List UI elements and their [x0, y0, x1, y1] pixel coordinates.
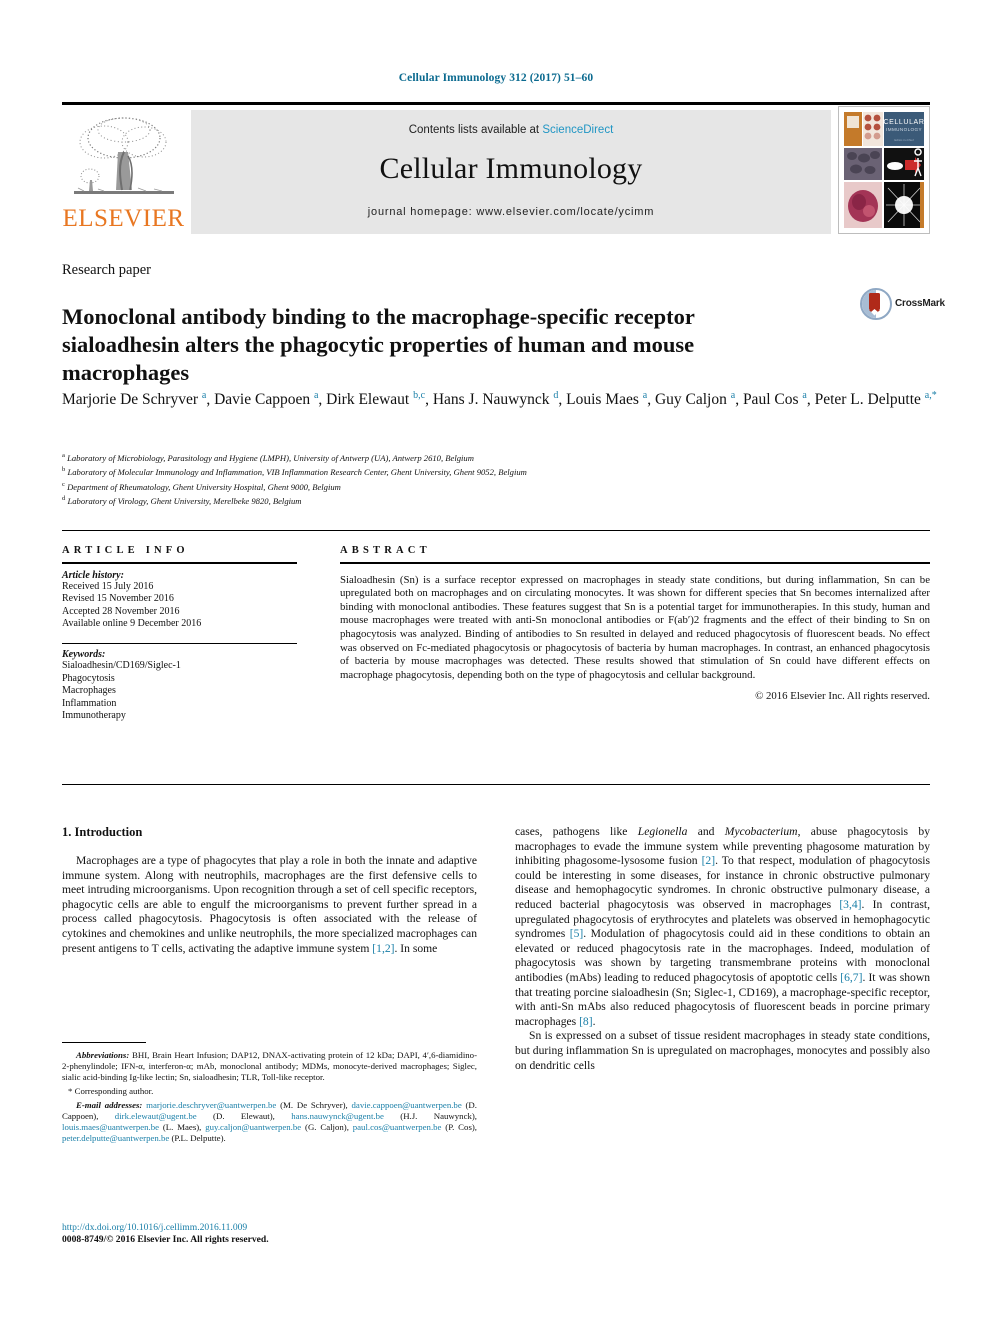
affiliation-item: c Department of Rheumatology, Ghent Univ…: [62, 479, 942, 493]
svg-text:IMMUNOLOGY: IMMUNOLOGY: [886, 127, 922, 132]
abstract-heading: ABSTRACT: [340, 545, 431, 556]
article-history-label: Article history:: [62, 569, 124, 581]
intro-paragraph-left: Macrophages are a type of phagocytes tha…: [62, 854, 477, 956]
abstract-copyright: © 2016 Elsevier Inc. All rights reserved…: [755, 690, 930, 703]
keyword-item: Immunotherapy: [62, 710, 126, 722]
affiliation-marker: a: [62, 452, 65, 459]
affiliation-item: a Laboratory of Microbiology, Parasitolo…: [62, 450, 942, 464]
intro-paragraph-right-2-text: Sn is expressed on a subset of tissue re…: [515, 1029, 930, 1072]
affiliation-list: a Laboratory of Microbiology, Parasitolo…: [62, 450, 942, 507]
article-history-item: Accepted 28 November 2016: [62, 605, 180, 617]
intro-paragraph-left-text: Macrophages are a type of phagocytes tha…: [62, 854, 477, 955]
intro-paragraph-right-2: Sn is expressed on a subset of tissue re…: [515, 1029, 930, 1073]
intro-paragraph-right-1: cases, pathogens like Legionella and Myc…: [515, 825, 930, 1029]
crossmark-badge[interactable]: CrossMark: [860, 288, 945, 322]
sciencedirect-link[interactable]: ScienceDirect: [542, 124, 613, 136]
affiliation-marker: b: [62, 466, 66, 474]
paper-page: Cellular Immunology 312 (2017) 51–60 ELS…: [0, 0, 992, 1323]
journal-homepage-link[interactable]: journal homepage: www.elsevier.com/locat…: [191, 206, 831, 218]
journal-header-band: Contents lists available at ScienceDirec…: [191, 110, 831, 234]
elsevier-wordmark: ELSEVIER: [62, 205, 185, 232]
abstract-rule: [340, 562, 930, 564]
elsevier-logo: ELSEVIER: [62, 110, 185, 234]
abbreviations-footnote: Abbreviations: BHI, Brain Heart Infusion…: [62, 1050, 477, 1083]
article-type-label: Research paper: [62, 262, 151, 278]
journal-cover-thumbnail: CELLULAR IMMUNOLOGY Editor-in-Chief: [838, 106, 930, 234]
doi-link[interactable]: http://dx.doi.org/10.1016/j.cellimm.2016…: [62, 1222, 492, 1234]
email-link[interactable]: louis.maes@uantwerpen.be: [62, 1122, 159, 1132]
svg-text:Editor-in-Chief: Editor-in-Chief: [894, 138, 913, 142]
keyword-item: Phagocytosis: [62, 672, 115, 684]
article-info-panel: ARTICLE INFO Article history: Received 1…: [62, 545, 297, 723]
keywords-label: Keywords:: [62, 648, 106, 660]
article-history-item: Available online 9 December 2016: [62, 618, 202, 630]
affiliation-text: Laboratory of Molecular Immunology and I…: [67, 467, 527, 478]
affiliation-text: Laboratory of Virology, Ghent University…: [67, 495, 302, 506]
intro-paragraph-right-1-text: cases, pathogens like Legionella and Myc…: [515, 825, 931, 1028]
footnote-block: Abbreviations: BHI, Brain Heart Infusion…: [62, 1042, 477, 1144]
contents-available-line: Contents lists available at ScienceDirec…: [191, 124, 831, 136]
footnote-rule: [62, 1042, 146, 1043]
body-left-column: 1. Introduction Macrophages are a type o…: [62, 825, 477, 956]
affiliation-marker: d: [62, 494, 66, 502]
affiliation-item: b Laboratory of Molecular Immunology and…: [62, 464, 942, 478]
section-heading-introduction: 1. Introduction: [62, 825, 143, 839]
journal-title: Cellular Immunology: [379, 152, 643, 185]
author-list: Marjorie De Schryver a, Davie Cappoen a,…: [62, 390, 937, 409]
email-addresses-footnote: E-mail addresses: marjorie.deschryver@ua…: [62, 1100, 477, 1144]
abbreviations-label: Abbreviations:: [76, 1050, 130, 1060]
affiliation-item: d Laboratory of Virology, Ghent Universi…: [62, 493, 942, 507]
keywords-separator-rule: [62, 642, 297, 644]
corresponding-author-footnote: * Corresponding author.: [68, 1086, 154, 1096]
journal-masthead: ELSEVIER Contents lists available at Sci…: [62, 102, 930, 234]
article-history-item: Received 15 July 2016: [62, 580, 154, 592]
email-link[interactable]: peter.delputte@uantwerpen.be: [62, 1133, 169, 1143]
email-link[interactable]: davie.cappoen@uantwerpen.be: [352, 1100, 462, 1110]
abstract-panel: ABSTRACT Sialoadhesin (Sn) is a surface …: [340, 545, 930, 702]
svg-text:CELLULAR: CELLULAR: [884, 119, 925, 126]
masthead-top-rule: [62, 102, 930, 105]
article-info-rule: [62, 562, 297, 564]
affiliation-text: Laboratory of Microbiology, Parasitology…: [67, 452, 474, 463]
article-history-item: Revised 15 November 2016: [62, 593, 174, 605]
body-right-column: cases, pathogens like Legionella and Myc…: [515, 825, 930, 1073]
info-block-bottom-rule: [62, 784, 930, 785]
keyword-item: Inflammation: [62, 697, 117, 709]
running-head: Cellular Immunology 312 (2017) 51–60: [398, 72, 594, 84]
page-title: Monoclonal antibody binding to the macro…: [62, 304, 695, 386]
article-info-heading: ARTICLE INFO: [62, 545, 189, 556]
email-link[interactable]: paul.cos@uantwerpen.be: [353, 1122, 442, 1132]
keyword-item: Macrophages: [62, 685, 116, 697]
affiliation-marker: c: [62, 480, 65, 488]
journal-cover-image: CELLULAR IMMUNOLOGY Editor-in-Chief: [842, 110, 926, 230]
elsevier-tree-icon: [74, 117, 174, 194]
crossmark-icon: [860, 288, 892, 320]
abstract-text: Sialoadhesin (Sn) is a surface receptor …: [340, 573, 930, 681]
footer-block: http://dx.doi.org/10.1016/j.cellimm.2016…: [62, 1222, 492, 1246]
keyword-item: Sialoadhesin/CD169/Siglec-1: [62, 659, 181, 671]
issn-copyright: 0008-8749/© 2016 Elsevier Inc. All right…: [62, 1234, 269, 1245]
affiliation-text: Department of Rheumatology, Ghent Univer…: [67, 481, 341, 492]
info-block-top-rule: [62, 530, 930, 531]
contents-prefix: Contents lists available at: [408, 124, 543, 136]
crossmark-label: CrossMark: [895, 298, 945, 309]
email-link[interactable]: dirk.elewaut@ugent.be: [115, 1111, 197, 1121]
email-link[interactable]: marjorie.deschryver@uantwerpen.be: [146, 1100, 276, 1110]
email-link[interactable]: guy.caljon@uantwerpen.be: [205, 1122, 301, 1132]
email-link[interactable]: hans.nauwynck@ugent.be: [291, 1111, 384, 1121]
email-addresses-label: E-mail addresses:: [76, 1100, 143, 1110]
